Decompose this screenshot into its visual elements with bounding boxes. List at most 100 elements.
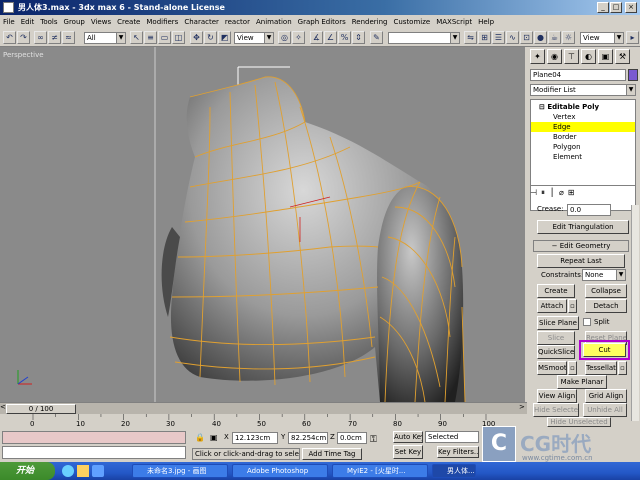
- make-unique-icon[interactable]: ⎪: [549, 188, 555, 199]
- undo-icon[interactable]: ↶: [3, 31, 16, 44]
- auto-key-button[interactable]: Auto Key: [393, 431, 423, 443]
- quick-launch-desktop-icon[interactable]: [92, 465, 104, 477]
- detach-button[interactable]: Detach: [585, 299, 627, 313]
- menu-customize[interactable]: Customize: [390, 18, 433, 26]
- quick-launch-browser-icon[interactable]: [62, 465, 74, 477]
- viewport-label[interactable]: Perspective: [3, 51, 44, 59]
- quick-launch-folder-icon[interactable]: [77, 465, 89, 477]
- view-align-button[interactable]: View Align: [537, 389, 577, 403]
- link-icon[interactable]: ∞: [34, 31, 47, 44]
- x-coordinate-field[interactable]: 12.123cm: [232, 432, 278, 444]
- render-type-dropdown[interactable]: View ▼: [580, 32, 624, 44]
- edit-geometry-rollout[interactable]: − Edit Geometry: [533, 240, 629, 252]
- absolute-mode-icon[interactable]: ▣: [210, 433, 218, 442]
- redo-icon[interactable]: ↷: [17, 31, 30, 44]
- menu-views[interactable]: Views: [88, 18, 114, 26]
- split-checkbox[interactable]: [583, 318, 591, 326]
- motion-tab-icon[interactable]: ◐: [581, 49, 596, 64]
- hierarchy-tab-icon[interactable]: ⊤: [564, 49, 579, 64]
- y-coordinate-field[interactable]: 82.254cm: [288, 432, 328, 444]
- tessellate-settings-icon[interactable]: ▫: [618, 361, 627, 375]
- pivot-center-icon[interactable]: ◎: [278, 31, 291, 44]
- named-selection-sets-dropdown[interactable]: ▼: [388, 32, 460, 44]
- attach-list-icon[interactable]: ▫: [568, 299, 577, 313]
- menu-file[interactable]: File: [0, 18, 18, 26]
- track-bar[interactable]: 0 10 20 30 40 50 60 70 80 90 100: [0, 414, 527, 428]
- task-photoshop[interactable]: Adobe Photoshop: [232, 464, 328, 478]
- maximize-button[interactable]: □: [610, 2, 622, 13]
- stack-item-vertex[interactable]: Vertex: [531, 112, 635, 122]
- cut-button[interactable]: Cut: [583, 343, 626, 357]
- close-button[interactable]: ×: [625, 2, 637, 13]
- menu-edit[interactable]: Edit: [18, 18, 38, 26]
- minimize-button[interactable]: _: [597, 2, 609, 13]
- lock-icon[interactable]: 🔒: [195, 433, 205, 442]
- start-button[interactable]: 开始: [0, 462, 55, 480]
- time-slider-track[interactable]: 0 / 100 < >: [0, 402, 527, 414]
- object-name-field[interactable]: Plane04: [530, 69, 626, 81]
- hide-selected-button[interactable]: Hide Selected: [533, 403, 579, 417]
- menu-rendering[interactable]: Rendering: [349, 18, 391, 26]
- select-scale-icon[interactable]: ◩: [218, 31, 231, 44]
- menu-group[interactable]: Group: [61, 18, 88, 26]
- selected-dropdown[interactable]: Selected: [425, 431, 479, 443]
- make-planar-button[interactable]: Make Planar: [557, 375, 607, 389]
- slice-button[interactable]: Slice: [537, 331, 575, 345]
- maxscript-listener[interactable]: [2, 431, 186, 444]
- display-tab-icon[interactable]: ▣: [598, 49, 613, 64]
- mirror-icon[interactable]: ⇋: [464, 31, 477, 44]
- menu-maxscript[interactable]: MAXScript: [433, 18, 475, 26]
- stack-item-border[interactable]: Border: [531, 132, 635, 142]
- remove-modifier-icon[interactable]: ⌀: [559, 188, 564, 199]
- key-filters-button[interactable]: Key Filters...: [437, 446, 479, 458]
- select-rotate-icon[interactable]: ↻: [204, 31, 217, 44]
- create-tab-icon[interactable]: ✦: [530, 49, 545, 64]
- create-button[interactable]: Create: [537, 284, 575, 298]
- rectangular-selection-icon[interactable]: ▭: [158, 31, 171, 44]
- spinner-snap-icon[interactable]: ⇕: [352, 31, 365, 44]
- snap-toggle-icon[interactable]: ∡: [310, 31, 323, 44]
- add-time-tag-button[interactable]: Add Time Tag: [302, 448, 362, 460]
- stack-item-edge[interactable]: Edge: [531, 122, 635, 132]
- select-object-icon[interactable]: ↖: [130, 31, 143, 44]
- selection-filter-dropdown[interactable]: All ▼: [84, 32, 126, 44]
- time-slider-thumb[interactable]: 0 / 100: [6, 404, 76, 414]
- task-3dsmax[interactable]: 男人体...: [432, 464, 476, 478]
- named-selection-icon[interactable]: ✎: [370, 31, 383, 44]
- task-paint[interactable]: 未命名3.jpg - 画图: [132, 464, 228, 478]
- modifier-list-dropdown[interactable]: Modifier List ▼: [530, 84, 636, 96]
- layer-manager-icon[interactable]: ☰: [492, 31, 505, 44]
- menu-reactor[interactable]: reactor: [222, 18, 253, 26]
- bind-space-warp-icon[interactable]: ≈: [62, 31, 75, 44]
- menu-modifiers[interactable]: Modifiers: [143, 18, 181, 26]
- select-manipulate-icon[interactable]: ✧: [292, 31, 305, 44]
- window-crossing-icon[interactable]: ◫: [172, 31, 185, 44]
- slider-next-icon[interactable]: >: [519, 403, 525, 413]
- slider-prev-icon[interactable]: <: [0, 403, 6, 413]
- stack-root-editable-poly[interactable]: ⊟ Editable Poly: [531, 102, 635, 112]
- menu-help[interactable]: Help: [475, 18, 497, 26]
- command-panel-scrollbar[interactable]: [631, 205, 639, 421]
- constraints-dropdown[interactable]: None ▼: [582, 269, 626, 281]
- set-key-button[interactable]: Set Key: [393, 445, 423, 459]
- angle-snap-icon[interactable]: ∠: [324, 31, 337, 44]
- menu-create[interactable]: Create: [114, 18, 143, 26]
- menu-graph-editors[interactable]: Graph Editors: [295, 18, 349, 26]
- align-icon[interactable]: ⊞: [478, 31, 491, 44]
- tessellate-button[interactable]: Tessellate: [585, 361, 617, 375]
- modify-tab-icon[interactable]: ◉: [547, 49, 562, 64]
- z-coordinate-field[interactable]: 0.0cm: [337, 432, 367, 444]
- curve-editor-icon[interactable]: ∿: [506, 31, 519, 44]
- msmooth-settings-icon[interactable]: ▫: [568, 361, 577, 375]
- select-by-name-icon[interactable]: ≡: [144, 31, 157, 44]
- select-move-icon[interactable]: ✥: [190, 31, 203, 44]
- maxscript-mini-listener[interactable]: [2, 446, 186, 459]
- render-last-icon[interactable]: ▸: [626, 31, 639, 44]
- grid-align-button[interactable]: Grid Align: [585, 389, 627, 403]
- percent-snap-icon[interactable]: %: [338, 31, 351, 44]
- schematic-view-icon[interactable]: ⊡: [520, 31, 533, 44]
- stack-item-polygon[interactable]: Polygon: [531, 142, 635, 152]
- collapse-button[interactable]: Collapse: [585, 284, 627, 298]
- ref-coord-dropdown-1[interactable]: View ▼: [234, 32, 274, 44]
- repeat-last-button[interactable]: Repeat Last: [537, 254, 625, 268]
